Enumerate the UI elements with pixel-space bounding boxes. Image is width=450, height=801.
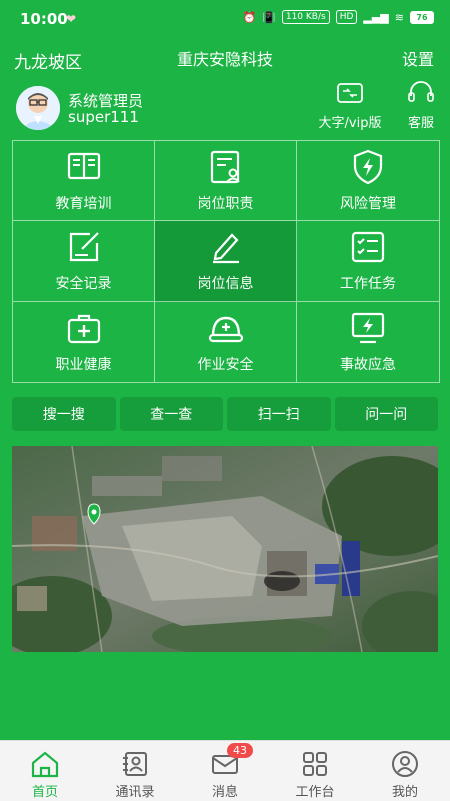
search-button[interactable]: 搜一搜 bbox=[12, 397, 116, 431]
satellite-map-image bbox=[12, 446, 438, 652]
status-bar: 10:00 ❤ ⏰ 📳 110 KB/s HD ▂▄▆ ≋ 76 bbox=[0, 0, 450, 40]
workbench-icon bbox=[303, 752, 327, 776]
customer-service-label: 客服 bbox=[407, 116, 434, 131]
bigfont-vip-label: 大字/vip版 bbox=[318, 116, 382, 131]
switch-icon bbox=[337, 83, 363, 103]
scan-button[interactable]: 扫一扫 bbox=[227, 397, 331, 431]
alarm-icon: ⏰ bbox=[242, 10, 257, 24]
edit-record-icon bbox=[69, 232, 99, 262]
medical-kit-icon bbox=[67, 314, 100, 343]
pencil-line-icon bbox=[212, 233, 239, 264]
book-icon bbox=[67, 152, 100, 179]
module-label: 作业安全 bbox=[197, 356, 254, 373]
module-safety-record[interactable]: 安全记录 bbox=[13, 221, 155, 302]
module-grid: 教育培训 岗位职责 风险管理 安全记录 岗位信息 工作任务 职业健康 作业安全 … bbox=[12, 140, 440, 383]
ask-button[interactable]: 问一问 bbox=[334, 397, 438, 431]
net-speed: 110 KB/s bbox=[281, 10, 330, 24]
quick-actions: 搜一搜 查一查 扫一扫 问一问 bbox=[12, 397, 438, 431]
tab-home[interactable]: 首页 bbox=[0, 741, 90, 801]
battery-icon: 76 bbox=[410, 10, 434, 24]
status-time: 10:00 bbox=[20, 10, 68, 28]
module-label: 安全记录 bbox=[55, 275, 112, 292]
module-label: 岗位职责 bbox=[197, 195, 254, 212]
shield-bolt-icon bbox=[353, 149, 383, 184]
profile-icon bbox=[392, 751, 418, 777]
page-title: 重庆安隐科技 bbox=[176, 50, 273, 69]
module-label: 风险管理 bbox=[340, 195, 396, 212]
module-label: 工作任务 bbox=[340, 275, 396, 292]
module-label: 职业健康 bbox=[55, 356, 112, 373]
tab-label: 工作台 bbox=[295, 785, 335, 800]
user-id: super111 bbox=[68, 108, 139, 126]
vibrate-icon: 📳 bbox=[262, 10, 276, 24]
unread-badge: 43 bbox=[227, 743, 253, 758]
headset-icon bbox=[408, 81, 434, 102]
tab-contacts[interactable]: 通讯录 bbox=[90, 741, 180, 801]
heart-icon: ❤ bbox=[66, 12, 77, 26]
user-info: 系统管理员 super111 大字/vip版 客服 bbox=[0, 80, 450, 136]
hd-badge: HD bbox=[335, 10, 358, 24]
avatar-icon bbox=[16, 86, 60, 130]
module-risk-management[interactable]: 风险管理 bbox=[297, 141, 439, 222]
status-icons: ⏰ 📳 110 KB/s HD ▂▄▆ ≋ 76 bbox=[242, 10, 434, 24]
satellite-map[interactable] bbox=[12, 446, 438, 652]
customer-service-button[interactable]: 客服 bbox=[400, 80, 442, 131]
tab-workbench[interactable]: 工作台 bbox=[270, 741, 360, 801]
home-icon bbox=[31, 751, 59, 778]
module-accident-emergency[interactable]: 事故应急 bbox=[297, 302, 439, 382]
tab-label: 我的 bbox=[391, 785, 418, 800]
bigfont-vip-button[interactable]: 大字/vip版 bbox=[310, 80, 390, 131]
bottom-tab-bar: 首页 通讯录 43 消息 工作台 我的 bbox=[0, 740, 450, 801]
module-job-duty[interactable]: 岗位职责 bbox=[155, 141, 297, 222]
module-operation-safety[interactable]: 作业安全 bbox=[155, 301, 297, 382]
signal-icon: ▂▄▆ bbox=[363, 10, 389, 24]
tab-profile[interactable]: 我的 bbox=[360, 741, 450, 801]
module-label: 岗位信息 bbox=[197, 275, 254, 292]
duty-card-icon bbox=[210, 150, 240, 183]
module-job-info[interactable]: 岗位信息 bbox=[155, 221, 297, 302]
module-label: 事故应急 bbox=[340, 356, 396, 373]
module-education-training[interactable]: 教育培训 bbox=[13, 141, 155, 222]
module-work-task[interactable]: 工作任务 bbox=[297, 221, 439, 302]
contacts-icon bbox=[123, 752, 147, 776]
tab-label: 消息 bbox=[211, 785, 238, 800]
checklist-icon bbox=[351, 231, 385, 263]
module-occupational-health[interactable]: 职业健康 bbox=[13, 301, 155, 382]
settings-button[interactable]: 设置 bbox=[402, 46, 434, 70]
helmet-icon bbox=[208, 316, 243, 342]
tab-messages[interactable]: 43 消息 bbox=[180, 741, 270, 801]
app-header: 九龙坡区 重庆安隐科技 设置 bbox=[0, 40, 450, 76]
query-button[interactable]: 查一查 bbox=[119, 397, 223, 431]
tab-label: 首页 bbox=[31, 785, 58, 800]
tab-label: 通讯录 bbox=[115, 785, 155, 800]
module-label: 教育培训 bbox=[55, 195, 112, 212]
avatar[interactable] bbox=[16, 86, 60, 130]
wifi-icon: ≋ bbox=[394, 10, 404, 24]
monitor-bolt-icon bbox=[351, 312, 385, 343]
